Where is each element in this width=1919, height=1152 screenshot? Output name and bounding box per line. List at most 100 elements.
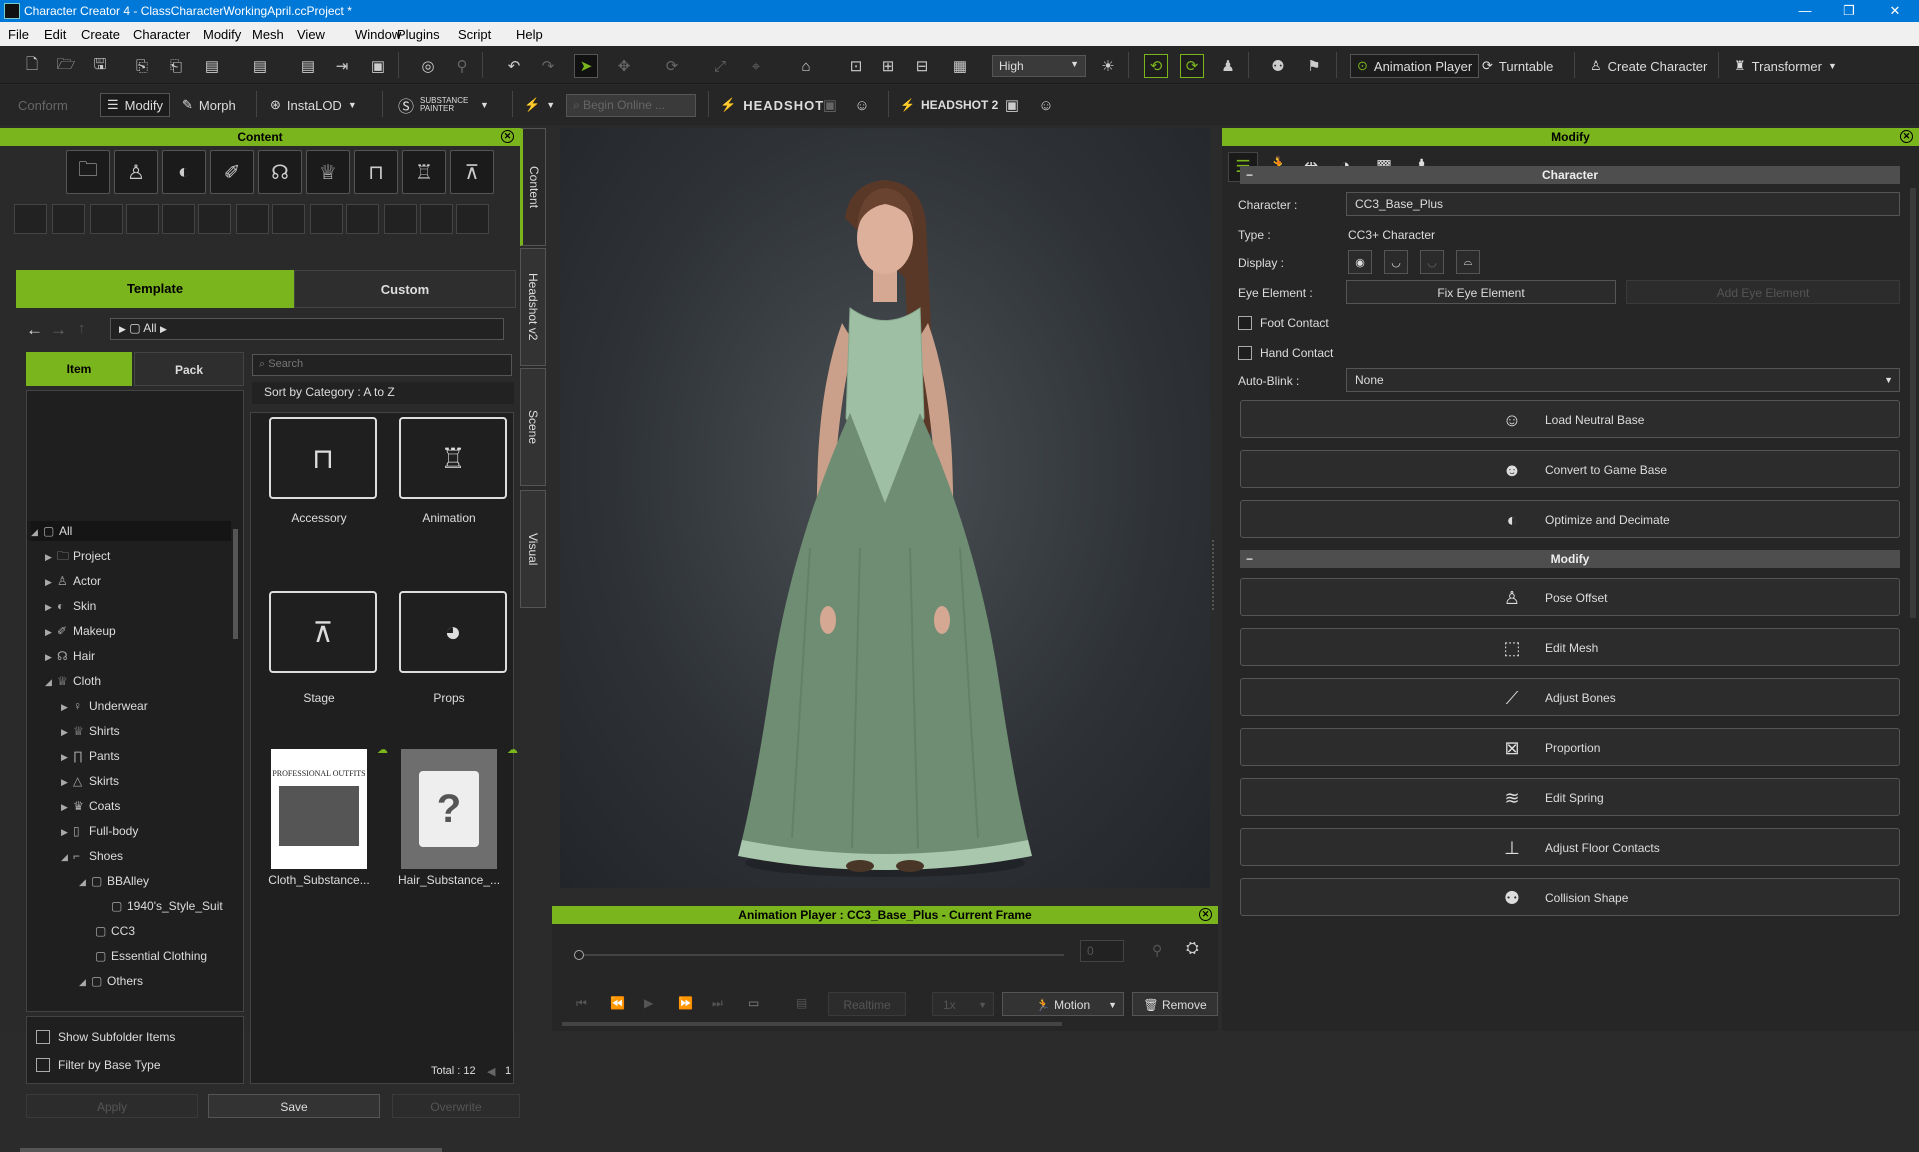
- professional-outfits-thumb[interactable]: PROFESSIONAL OUTFITS: [271, 749, 367, 869]
- accessory-icon[interactable]: ⊓: [354, 150, 398, 194]
- hair-substance-thumb[interactable]: ?: [401, 749, 497, 869]
- headshot2-button[interactable]: ⚡ HEADSHOT 2: [894, 93, 1004, 117]
- tree-item-skin[interactable]: ▶ ◐ Skin: [45, 596, 96, 616]
- step-forward-icon[interactable]: ⏩: [678, 996, 693, 1010]
- character-name-field[interactable]: CC3_Base_Plus: [1346, 192, 1900, 216]
- timeline-slider-handle[interactable]: [574, 950, 584, 960]
- tree-item-all[interactable]: ◢ ▢ All: [31, 521, 231, 541]
- modify-mode-button[interactable]: ☰ Modify: [100, 93, 170, 117]
- slot-box[interactable]: [272, 204, 305, 234]
- tree-item-shoes[interactable]: ◢ ⌐ Shoes: [61, 846, 123, 866]
- stage-thumb-icon[interactable]: ⊼: [269, 591, 377, 673]
- fix-eye-element-button[interactable]: Fix Eye Element: [1346, 280, 1616, 304]
- tree-item-skirts[interactable]: ▶ △ Skirts: [61, 771, 119, 791]
- menu-plugins[interactable]: Script: [458, 27, 491, 42]
- begin-online-input[interactable]: ⌕ Begin Online ...: [566, 94, 696, 117]
- menu-mesh[interactable]: Mesh: [252, 27, 284, 42]
- props-thumb-icon[interactable]: ◕: [399, 591, 507, 673]
- step-back-icon[interactable]: ⏪: [610, 996, 625, 1010]
- turntable-button[interactable]: ⟳ Turntable: [1476, 54, 1559, 78]
- animation-icon[interactable]: ♖: [402, 150, 446, 194]
- transformer-button[interactable]: ♜ Transformer ▼: [1728, 54, 1843, 78]
- eye-closed-icon[interactable]: ⌓: [1456, 250, 1480, 274]
- tree-item-makeup[interactable]: ▶ ✐ Makeup: [45, 621, 116, 641]
- record-range-icon[interactable]: ▭: [748, 996, 759, 1010]
- tab-pack[interactable]: Pack: [134, 352, 244, 386]
- slot-box[interactable]: [456, 204, 489, 234]
- menu-file[interactable]: File: [8, 27, 29, 42]
- tree-item-cloth[interactable]: ◢ ♕ Cloth: [45, 671, 101, 691]
- create-character-button[interactable]: ♙ Create Character: [1584, 54, 1713, 78]
- headshot2-image-icon[interactable]: ▣: [1000, 93, 1024, 117]
- tree-item-project[interactable]: ▶ 🗀 Project: [45, 546, 110, 566]
- select-icon[interactable]: ➤: [574, 54, 598, 78]
- redo-icon[interactable]: ↷: [536, 54, 560, 78]
- scrollbar[interactable]: [1910, 188, 1916, 618]
- instalod-button[interactable]: ⊛ InstaLOD ▼: [264, 93, 363, 117]
- import-icon[interactable]: ⎘: [130, 54, 154, 78]
- pose-offset-button[interactable]: ♙ Pose Offset: [1240, 578, 1900, 616]
- play-icon[interactable]: ▶: [644, 996, 653, 1010]
- tab-custom[interactable]: Custom: [294, 270, 516, 308]
- slot-box[interactable]: [162, 204, 195, 234]
- section-character-header[interactable]: − Character: [1240, 166, 1900, 184]
- rotate-icon[interactable]: ⟳: [660, 54, 684, 78]
- slot-box[interactable]: [420, 204, 453, 234]
- save-icon[interactable]: 🖫: [88, 54, 112, 78]
- section-modify-header[interactable]: − Modify: [1240, 550, 1900, 568]
- actor-icon[interactable]: ♙: [114, 150, 158, 194]
- menu-view[interactable]: Window: [355, 27, 401, 42]
- usd-icon[interactable]: ▤: [296, 54, 320, 78]
- timeline-track[interactable]: [574, 954, 1064, 956]
- undo-icon[interactable]: ↶: [502, 54, 526, 78]
- splitter-handle[interactable]: [1212, 540, 1216, 610]
- tree-item-bballey[interactable]: ◢ ▢ BBAlley: [79, 871, 149, 891]
- script-icon[interactable]: ⚡ ▼: [518, 93, 561, 117]
- tree-item-shirts[interactable]: ▶ ♕ Shirts: [61, 721, 120, 741]
- auto-blink-select[interactable]: None ▼: [1346, 368, 1900, 392]
- side-tab-content[interactable]: Content: [520, 128, 546, 246]
- cloth-icon[interactable]: ♕: [306, 150, 350, 194]
- close-icon[interactable]: ✕: [1199, 908, 1212, 921]
- scrollbar[interactable]: [233, 529, 238, 639]
- tree-item-1940s-style-suit[interactable]: ▢ 1940's_Style_Suit: [111, 896, 223, 916]
- skin-icon[interactable]: ◐: [162, 150, 206, 194]
- menu-character[interactable]: Character: [133, 27, 190, 42]
- save-button[interactable]: Save: [208, 1094, 380, 1118]
- slot-box[interactable]: [346, 204, 379, 234]
- proportion-button[interactable]: ⊠ Proportion: [1240, 728, 1900, 766]
- prev-page-icon[interactable]: ◀: [487, 1065, 495, 1078]
- minimize-icon[interactable]: —: [1782, 0, 1828, 22]
- tree-item-cc3[interactable]: ▢ CC3: [95, 921, 135, 941]
- maximize-icon[interactable]: ❐: [1826, 0, 1872, 22]
- menu-render[interactable]: View: [297, 27, 325, 42]
- hand-contact-checkbox[interactable]: [1238, 346, 1252, 360]
- stage-icon[interactable]: ⊼: [450, 150, 494, 194]
- edit-mesh-button[interactable]: ⬚ Edit Mesh: [1240, 628, 1900, 666]
- hair-icon[interactable]: ☊: [258, 150, 302, 194]
- side-tab-scene[interactable]: Scene: [520, 368, 546, 486]
- remove-button[interactable]: 🗑 Remove: [1132, 992, 1218, 1016]
- 3d-viewport[interactable]: [560, 128, 1210, 888]
- up-arrow-icon[interactable]: ↑: [78, 320, 86, 337]
- morph-button[interactable]: ✎ Morph: [176, 93, 242, 117]
- tab-item[interactable]: Item: [26, 352, 132, 386]
- side-tab-headshot-v2[interactable]: Headshot v2: [520, 248, 546, 366]
- open-folder-icon[interactable]: 🗁: [54, 54, 78, 78]
- accessory-thumb-icon[interactable]: ⊓: [269, 417, 377, 499]
- fbx-icon[interactable]: ▤: [248, 54, 272, 78]
- makeup-icon[interactable]: ✐: [210, 150, 254, 194]
- slot-box[interactable]: [126, 204, 159, 234]
- adjust-bones-button[interactable]: ⟋ Adjust Bones: [1240, 678, 1900, 716]
- collision-icon[interactable]: ⚉: [1266, 54, 1290, 78]
- foot-contact-checkbox[interactable]: [1238, 316, 1252, 330]
- side-tab-visual[interactable]: Visual: [520, 490, 546, 608]
- tree-item-pants[interactable]: ▶ ∏ Pants: [61, 746, 120, 766]
- eye-lid-icon[interactable]: ◡: [1420, 250, 1444, 274]
- subtitle-icon[interactable]: ▤: [796, 996, 807, 1010]
- slot-box[interactable]: [236, 204, 269, 234]
- sort-select[interactable]: Sort by Category : A to Z: [252, 382, 514, 404]
- slot-box[interactable]: [90, 204, 123, 234]
- add-eye-element-button[interactable]: Add Eye Element: [1626, 280, 1900, 304]
- close-icon[interactable]: ✕: [1872, 0, 1918, 22]
